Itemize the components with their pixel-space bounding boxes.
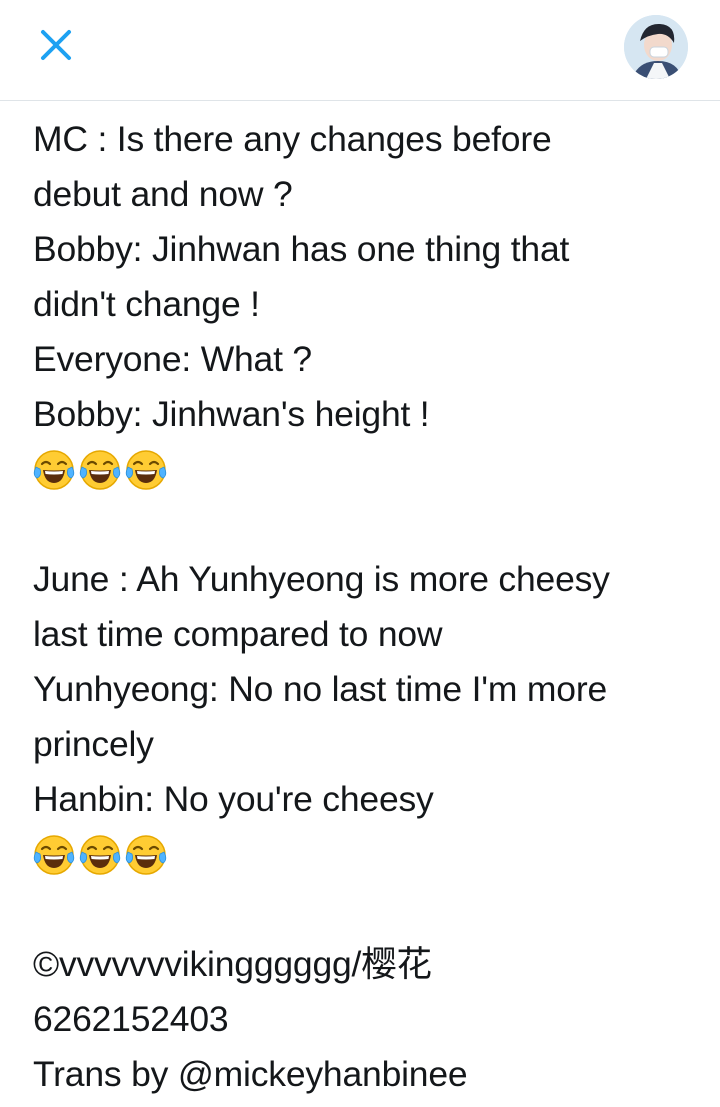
laughing-tears-emoji-icon	[33, 449, 75, 490]
post-line: Bobby: Jinhwan's height !	[33, 394, 430, 434]
top-bar	[0, 0, 720, 101]
post-text: MC : Is there any changes before debut a…	[33, 112, 693, 1102]
post-line: Hanbin: No you're cheesy	[33, 779, 434, 819]
laughing-tears-emoji-icon	[79, 449, 121, 490]
laughing-tears-emoji-icon	[125, 449, 167, 490]
post-line: Bobby: Jinhwan has one thing that	[33, 229, 570, 269]
post-line: Everyone: What ?	[33, 339, 312, 379]
post-line: last time compared to now	[33, 614, 443, 654]
post-line: didn't change !	[33, 284, 260, 324]
post-line: princely	[33, 724, 154, 764]
emoji-row	[33, 442, 693, 497]
laughing-tears-emoji-icon	[33, 834, 75, 875]
credit-line: Trans by @mickeyhanbinee	[33, 1054, 468, 1094]
close-button[interactable]	[30, 22, 82, 68]
avatar-image	[624, 15, 688, 79]
emoji-row	[33, 827, 693, 882]
post-line: MC : Is there any changes before	[33, 119, 552, 159]
post-line: Yunhyeong: No no last time I'm more	[33, 669, 607, 709]
post-line: June : Ah Yunhyeong is more cheesy	[33, 559, 610, 599]
close-icon	[41, 30, 71, 60]
laughing-tears-emoji-icon	[79, 834, 121, 875]
credit-line: ©vvvvvvvikingggggg/樱花	[33, 944, 432, 984]
laughing-tears-emoji-icon	[125, 834, 167, 875]
credit-line: 6262152403	[33, 999, 229, 1039]
post-line: debut and now ?	[33, 174, 293, 214]
avatar[interactable]	[624, 15, 688, 79]
